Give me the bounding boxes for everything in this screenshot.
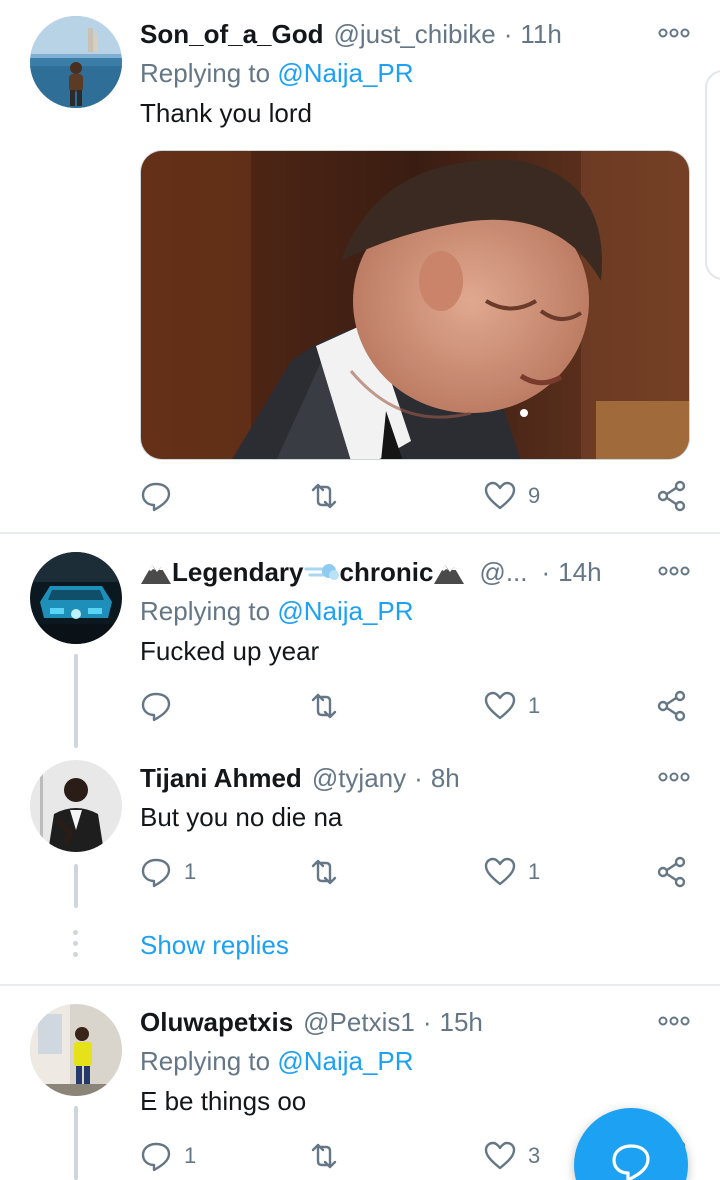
reply-button[interactable] — [140, 476, 184, 516]
more-options-icon[interactable] — [658, 26, 690, 40]
like-button[interactable]: 1 — [484, 686, 540, 726]
retweet-button[interactable] — [308, 1136, 352, 1176]
handle[interactable]: @Petxis1 — [303, 1007, 415, 1038]
tweet-legendary-chronic[interactable]: Legendary chronic @... · 14h Replying to… — [0, 534, 720, 748]
timestamp[interactable]: 15h — [439, 1007, 482, 1038]
display-name-part1[interactable]: Legendary — [172, 557, 304, 588]
mention-link[interactable]: @Naija_PR — [277, 1046, 413, 1076]
tweet-text: But you no die na — [140, 802, 343, 832]
share-button[interactable] — [656, 852, 688, 892]
display-name[interactable]: Tijani Ahmed — [140, 763, 302, 794]
tweet-header: Legendary chronic @... · 14h — [140, 554, 690, 590]
reply-count: 1 — [184, 859, 197, 884]
tweet-actions: 1 — [140, 686, 700, 726]
retweet-icon — [311, 1143, 337, 1169]
mention-link[interactable]: @Naija_PR — [277, 596, 413, 626]
compose-reply-icon — [612, 1144, 650, 1180]
like-button[interactable]: 3 — [484, 1136, 540, 1176]
tweet-actions: 9 — [140, 476, 700, 516]
tweet-text: Fucked up year — [140, 636, 320, 666]
mountain-emoji-icon — [434, 565, 465, 584]
tweet-image[interactable] — [140, 150, 690, 460]
reply-count: 1 — [184, 1143, 197, 1168]
separator: · — [503, 18, 513, 49]
tweet-actions: 1 1 — [140, 852, 700, 892]
tweet-header: Tijani Ahmed @tyjany · 8h — [140, 760, 690, 796]
like-count: 9 — [528, 483, 541, 508]
handle[interactable]: @... — [479, 557, 527, 588]
replying-to: Replying to @Naija_PR — [140, 1046, 414, 1077]
reply-icon — [141, 858, 171, 888]
separator: · — [541, 556, 551, 587]
reply-button[interactable]: 1 — [140, 1136, 196, 1176]
like-count: 3 — [528, 1143, 541, 1168]
more-options-icon[interactable] — [658, 770, 690, 784]
thread-line — [74, 1106, 78, 1180]
handle[interactable]: @just_chibike — [333, 19, 495, 50]
share-button[interactable] — [656, 476, 688, 516]
tweet-header: Oluwapetxis @Petxis1 · 15h — [140, 1004, 690, 1040]
reply-icon — [141, 1142, 171, 1172]
replying-to: Replying to @Naija_PR — [140, 596, 414, 627]
retweet-button[interactable] — [308, 476, 352, 516]
retweet-icon — [311, 693, 337, 719]
like-count: 1 — [528, 693, 541, 718]
thread-dots — [73, 930, 79, 963]
timestamp[interactable]: 14h — [558, 557, 601, 588]
avatar[interactable] — [30, 760, 122, 852]
separator: · — [414, 762, 423, 793]
replying-prefix: Replying to — [140, 596, 271, 626]
heart-icon — [484, 481, 516, 510]
timestamp[interactable]: 11h — [520, 19, 561, 50]
dash-emoji-icon — [304, 564, 339, 580]
tweet-text: E be things oo — [140, 1086, 307, 1116]
avatar[interactable] — [30, 16, 122, 108]
tweet-tijani-ahmed[interactable]: Tijani Ahmed @tyjany · 8h But you no die… — [0, 744, 720, 984]
share-icon — [657, 480, 686, 512]
replying-prefix: Replying to — [140, 58, 271, 88]
heart-icon — [484, 691, 516, 720]
timestamp[interactable]: 8h — [431, 763, 460, 794]
avatar[interactable] — [30, 552, 122, 644]
display-name-part2[interactable]: chronic — [340, 557, 434, 588]
more-options-icon[interactable] — [658, 1014, 690, 1028]
retweet-button[interactable] — [308, 852, 352, 892]
like-count: 1 — [528, 859, 541, 884]
avatar[interactable] — [30, 1004, 122, 1096]
heart-icon — [484, 857, 516, 886]
retweet-icon — [311, 483, 337, 509]
replying-to: Replying to @Naija_PR — [140, 58, 414, 89]
separator: · — [422, 1006, 432, 1037]
retweet-icon — [311, 859, 337, 885]
like-button[interactable]: 1 — [484, 852, 540, 892]
reply-button[interactable]: 1 — [140, 852, 196, 892]
share-icon — [657, 856, 686, 888]
retweet-button[interactable] — [308, 686, 352, 726]
replying-prefix: Replying to — [140, 1046, 271, 1076]
tweet-son-of-a-god[interactable]: Son_of_a_God @just_chibike · 11h Replyin… — [0, 0, 720, 530]
share-button[interactable] — [656, 686, 688, 726]
reply-icon — [141, 482, 171, 512]
display-name[interactable]: Son_of_a_God — [140, 19, 323, 50]
thread-line — [74, 864, 78, 908]
thread-line — [74, 654, 78, 748]
reply-icon — [141, 692, 171, 722]
display-name[interactable]: Oluwapetxis — [140, 1007, 293, 1038]
reply-button[interactable] — [140, 686, 184, 726]
more-options-icon[interactable] — [658, 564, 690, 578]
heart-icon — [484, 1141, 516, 1170]
mention-link[interactable]: @Naija_PR — [277, 58, 413, 88]
mountain-emoji-icon — [141, 565, 171, 584]
like-button[interactable]: 9 — [484, 476, 540, 516]
share-icon — [657, 690, 686, 722]
show-replies-link[interactable]: Show replies — [140, 930, 289, 961]
tweet-text: Thank you lord — [140, 98, 312, 128]
handle[interactable]: @tyjany — [312, 763, 406, 794]
tweet-header: Son_of_a_God @just_chibike · 11h — [140, 16, 690, 52]
